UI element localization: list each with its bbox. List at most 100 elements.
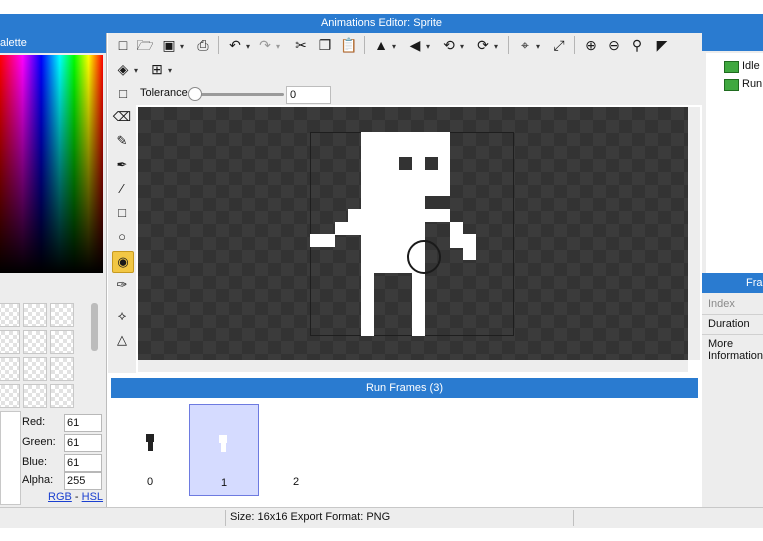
palette-header: alette [0, 33, 106, 53]
new-file-icon[interactable]: □ [114, 36, 132, 54]
frame-item-1[interactable]: 1 [189, 404, 259, 496]
palette-swatch[interactable] [23, 357, 47, 381]
red-label: Red: [22, 416, 46, 428]
flip-horizontal-caret-icon[interactable]: ▾ [392, 42, 396, 51]
sprite-hand-right [463, 234, 476, 260]
export-icon[interactable]: ⎙ [194, 36, 212, 54]
palette-swatch[interactable] [50, 330, 74, 354]
palette-scrollbar[interactable] [91, 303, 98, 351]
blue-field[interactable]: 61 [64, 454, 102, 472]
tolerance-slider-track[interactable] [194, 93, 284, 96]
cut-icon[interactable]: ✂ [292, 36, 310, 54]
rotate-left-caret-icon[interactable]: ▾ [460, 42, 464, 51]
palette-title: alette [0, 37, 27, 49]
color-picker-gradient[interactable] [0, 55, 103, 273]
open-folder-icon[interactable]: 🗁 [136, 36, 154, 54]
frames-strip: 0 1 2 [111, 398, 698, 506]
redo-icon[interactable]: ↷ [256, 36, 274, 54]
rgb-mode-link[interactable]: RGB [48, 491, 72, 503]
frame-properties-header: Fra [702, 273, 763, 293]
toolbar-separator [364, 36, 365, 54]
palette-swatch[interactable] [0, 384, 20, 408]
prop-separator [702, 314, 763, 315]
frame-properties-title: Fra [746, 277, 763, 289]
alpha-field[interactable]: 255 [64, 472, 102, 490]
layers-icon[interactable]: ◈ [114, 60, 132, 78]
hsl-mode-link[interactable]: HSL [82, 491, 103, 503]
frame-item-2[interactable]: 2 [262, 404, 330, 494]
status-separator [225, 510, 226, 526]
eraser-icon[interactable]: ⌫ [112, 107, 132, 127]
flip-vertical-caret-icon[interactable]: ▾ [426, 42, 430, 51]
zoom-out-icon[interactable]: ⊖ [605, 36, 623, 54]
zoom-in-icon[interactable]: ⊕ [582, 36, 600, 54]
green-field[interactable]: 61 [64, 434, 102, 452]
canvas-horizontal-scrollbar[interactable] [138, 360, 688, 372]
layers-caret-icon[interactable]: ▾ [134, 66, 138, 75]
brush-icon[interactable]: ✒ [112, 155, 132, 175]
current-color-preview [0, 411, 21, 505]
sprite-arm-left-1 [348, 209, 361, 222]
tolerance-input[interactable]: 0 [286, 86, 331, 104]
copy-icon[interactable]: ❐ [316, 36, 334, 54]
canvas-vertical-scrollbar[interactable] [688, 107, 700, 360]
rotate-right-icon[interactable]: ⟳ [474, 36, 492, 54]
right-panel: Idle Run Fra Index Duration More Informa… [702, 33, 763, 507]
line-icon[interactable]: ∕ [112, 179, 132, 199]
frame-item-0[interactable]: 0 [116, 404, 184, 494]
palette-swatch[interactable] [23, 303, 47, 327]
undo-menu-caret-icon[interactable]: ▾ [246, 42, 250, 51]
grid-caret-icon[interactable]: ▾ [168, 66, 172, 75]
palette-swatch[interactable] [23, 330, 47, 354]
selection-mode-icon[interactable]: □ [114, 85, 132, 103]
prop-more-info-label: More Information [708, 338, 763, 362]
color-mode-links: RGB - HSL [48, 491, 103, 503]
palette-swatch[interactable] [0, 330, 20, 354]
palette-swatch[interactable] [0, 357, 20, 381]
zoom-fit-icon[interactable]: ⚲ [628, 36, 646, 54]
ellipse-icon[interactable]: ○ [112, 227, 132, 247]
crop-icon[interactable]: ⌖ [516, 36, 534, 54]
tolerance-label: Tolerance [140, 87, 188, 99]
fill-bucket-icon[interactable]: ◉ [112, 251, 134, 273]
animation-item-run[interactable]: Run [742, 78, 762, 90]
eyedropper-icon[interactable]: ✑ [112, 275, 132, 295]
undo-icon[interactable]: ↶ [226, 36, 244, 54]
sprite-arm-left-2 [335, 222, 361, 235]
select-point-icon[interactable]: ⟡ [112, 306, 132, 326]
flip-vertical-icon[interactable]: ◀ [406, 36, 424, 54]
sprite-eye-left [399, 157, 412, 170]
sprite-arm-right-1 [425, 209, 450, 222]
palette-swatch[interactable] [23, 384, 47, 408]
palette-swatch[interactable] [50, 357, 74, 381]
pivot-icon[interactable]: △ [112, 330, 132, 350]
toolbar-separator [574, 36, 575, 54]
animations-header [702, 33, 763, 51]
flip-horizontal-icon[interactable]: ▲ [372, 36, 390, 54]
frame-thumbnail [146, 434, 154, 442]
animation-item-idle[interactable]: Idle [742, 60, 760, 72]
pencil-icon[interactable]: ✎ [112, 131, 132, 151]
save-icon[interactable]: ▣ [160, 36, 178, 54]
animation-icon [724, 79, 739, 91]
palette-swatch[interactable] [50, 303, 74, 327]
resize-icon[interactable]: ⤢ [550, 36, 568, 54]
grid-icon[interactable]: ⊞ [148, 60, 166, 78]
toolbar-separator [218, 36, 219, 54]
red-field[interactable]: 61 [64, 414, 102, 432]
status-separator [573, 510, 574, 526]
tolerance-slider-knob[interactable] [188, 87, 202, 101]
save-menu-caret-icon[interactable]: ▾ [180, 42, 184, 51]
toggle-background-icon[interactable]: ◤ [653, 36, 671, 54]
crop-caret-icon[interactable]: ▾ [536, 42, 540, 51]
palette-panel: alette Red: 61 Green: 61 Blue: 61 Alpha:… [0, 33, 107, 507]
redo-menu-caret-icon[interactable]: ▾ [276, 42, 280, 51]
sprite-hand-left [310, 234, 335, 247]
rotate-right-caret-icon[interactable]: ▾ [494, 42, 498, 51]
rotate-left-icon[interactable]: ⟲ [440, 36, 458, 54]
palette-swatch[interactable] [0, 303, 20, 327]
palette-swatch[interactable] [50, 384, 74, 408]
paste-icon[interactable]: 📋 [340, 36, 358, 54]
rectangle-icon[interactable]: □ [112, 203, 132, 223]
sprite-eye-right [425, 157, 438, 170]
